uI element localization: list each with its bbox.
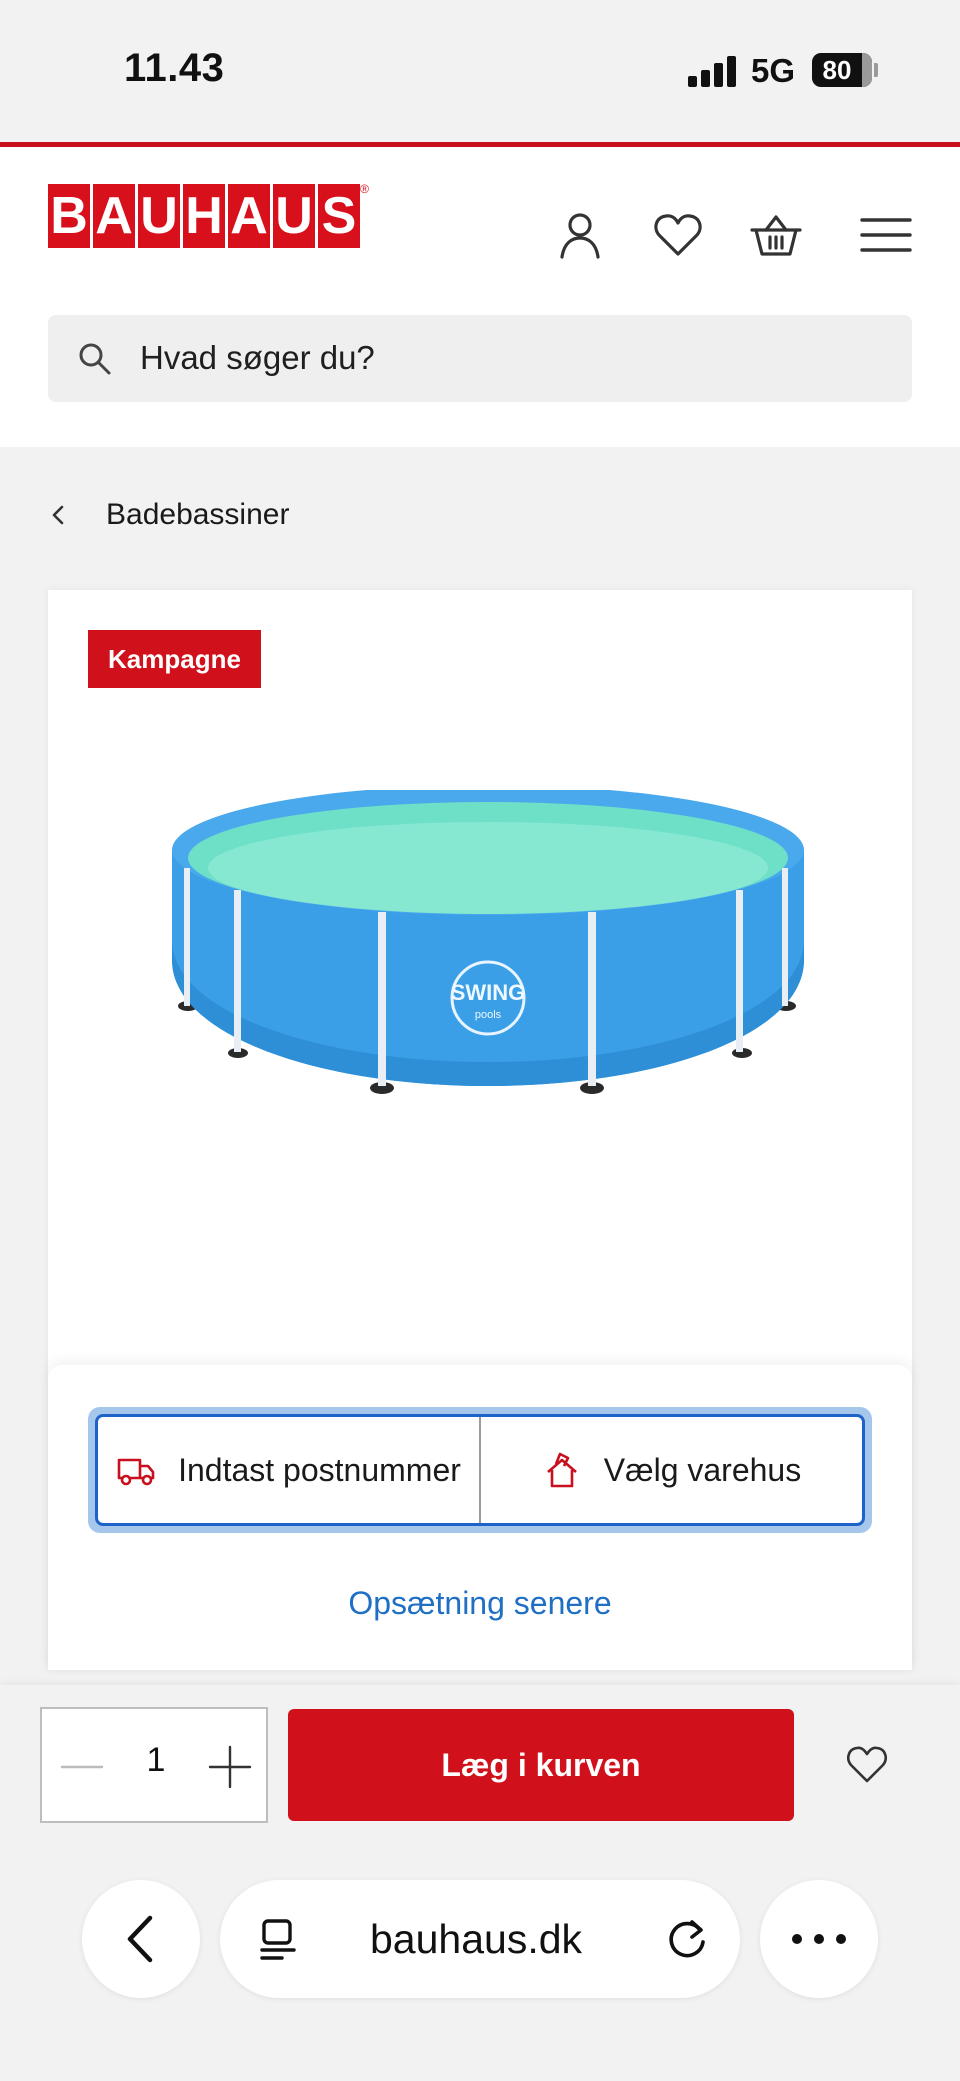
- status-time: 11.43: [124, 46, 225, 90]
- search-input[interactable]: Hvad søger du?: [140, 339, 375, 377]
- more-dots-icon: [792, 1934, 846, 1944]
- store-icon: [546, 1452, 577, 1488]
- status-bar: 11.43 5G 80: [0, 0, 960, 142]
- reload-icon: [669, 1920, 705, 1958]
- product-image[interactable]: SWING pools: [158, 790, 818, 1130]
- menu-icon[interactable]: [858, 207, 914, 263]
- chevron-left-icon: [127, 1915, 153, 1963]
- search-field[interactable]: Hvad søger du?: [48, 315, 912, 402]
- battery-icon: 80: [812, 53, 872, 87]
- pool-brand-subtext: pools: [475, 1009, 502, 1021]
- account-icon[interactable]: [552, 207, 608, 263]
- decrease-quantity-button[interactable]: [60, 1747, 104, 1787]
- choose-store-label: Vælg varehus: [603, 1451, 802, 1488]
- quantity-stepper: 1: [40, 1707, 268, 1823]
- battery-level: 80: [822, 55, 852, 85]
- search-icon: [79, 343, 111, 375]
- add-to-cart-button[interactable]: Læg i kurven: [288, 1709, 794, 1821]
- url-domain: bauhaus.dk: [370, 1916, 583, 1962]
- network-type: 5G: [751, 52, 796, 89]
- enter-postcode-button[interactable]: Indtast postnummer: [98, 1417, 479, 1523]
- choose-store-button[interactable]: Vælg varehus: [479, 1417, 862, 1523]
- browser-back-button[interactable]: [82, 1880, 200, 1998]
- breadcrumb-label: Badebassiner: [106, 498, 290, 531]
- battery-cap: [874, 63, 878, 77]
- wishlist-heart-icon[interactable]: [650, 207, 706, 263]
- signal-icon: [688, 55, 738, 87]
- add-to-wishlist-heart-icon[interactable]: [844, 1741, 890, 1787]
- breadcrumb[interactable]: Badebassiner: [48, 490, 289, 540]
- location-selector: Indtast postnummer Vælg varehus: [88, 1407, 872, 1533]
- delivery-truck-icon: [117, 1458, 155, 1486]
- basket-icon[interactable]: [748, 207, 804, 263]
- address-bar[interactable]: bauhaus.dk: [220, 1880, 740, 1998]
- quantity-value[interactable]: 1: [128, 1741, 184, 1780]
- pool-brand-text: SWING: [451, 980, 526, 1005]
- more-options-button[interactable]: [760, 1880, 878, 1998]
- chevron-left-icon: [52, 505, 64, 525]
- site-header: B A U H A U S ® Hvad søger du?: [0, 147, 960, 447]
- setup-later-link[interactable]: Opsætning senere: [48, 1585, 912, 1622]
- delivery-location-panel: Indtast postnummer Vælg varehus Opsætnin…: [48, 1365, 912, 1670]
- enter-postcode-label: Indtast postnummer: [178, 1451, 461, 1488]
- page-menu-icon: [260, 1919, 296, 1960]
- campaign-badge: Kampagne: [88, 630, 261, 688]
- bauhaus-logo[interactable]: B A U H A U S ®: [48, 182, 369, 248]
- increase-quantity-button[interactable]: [208, 1745, 252, 1789]
